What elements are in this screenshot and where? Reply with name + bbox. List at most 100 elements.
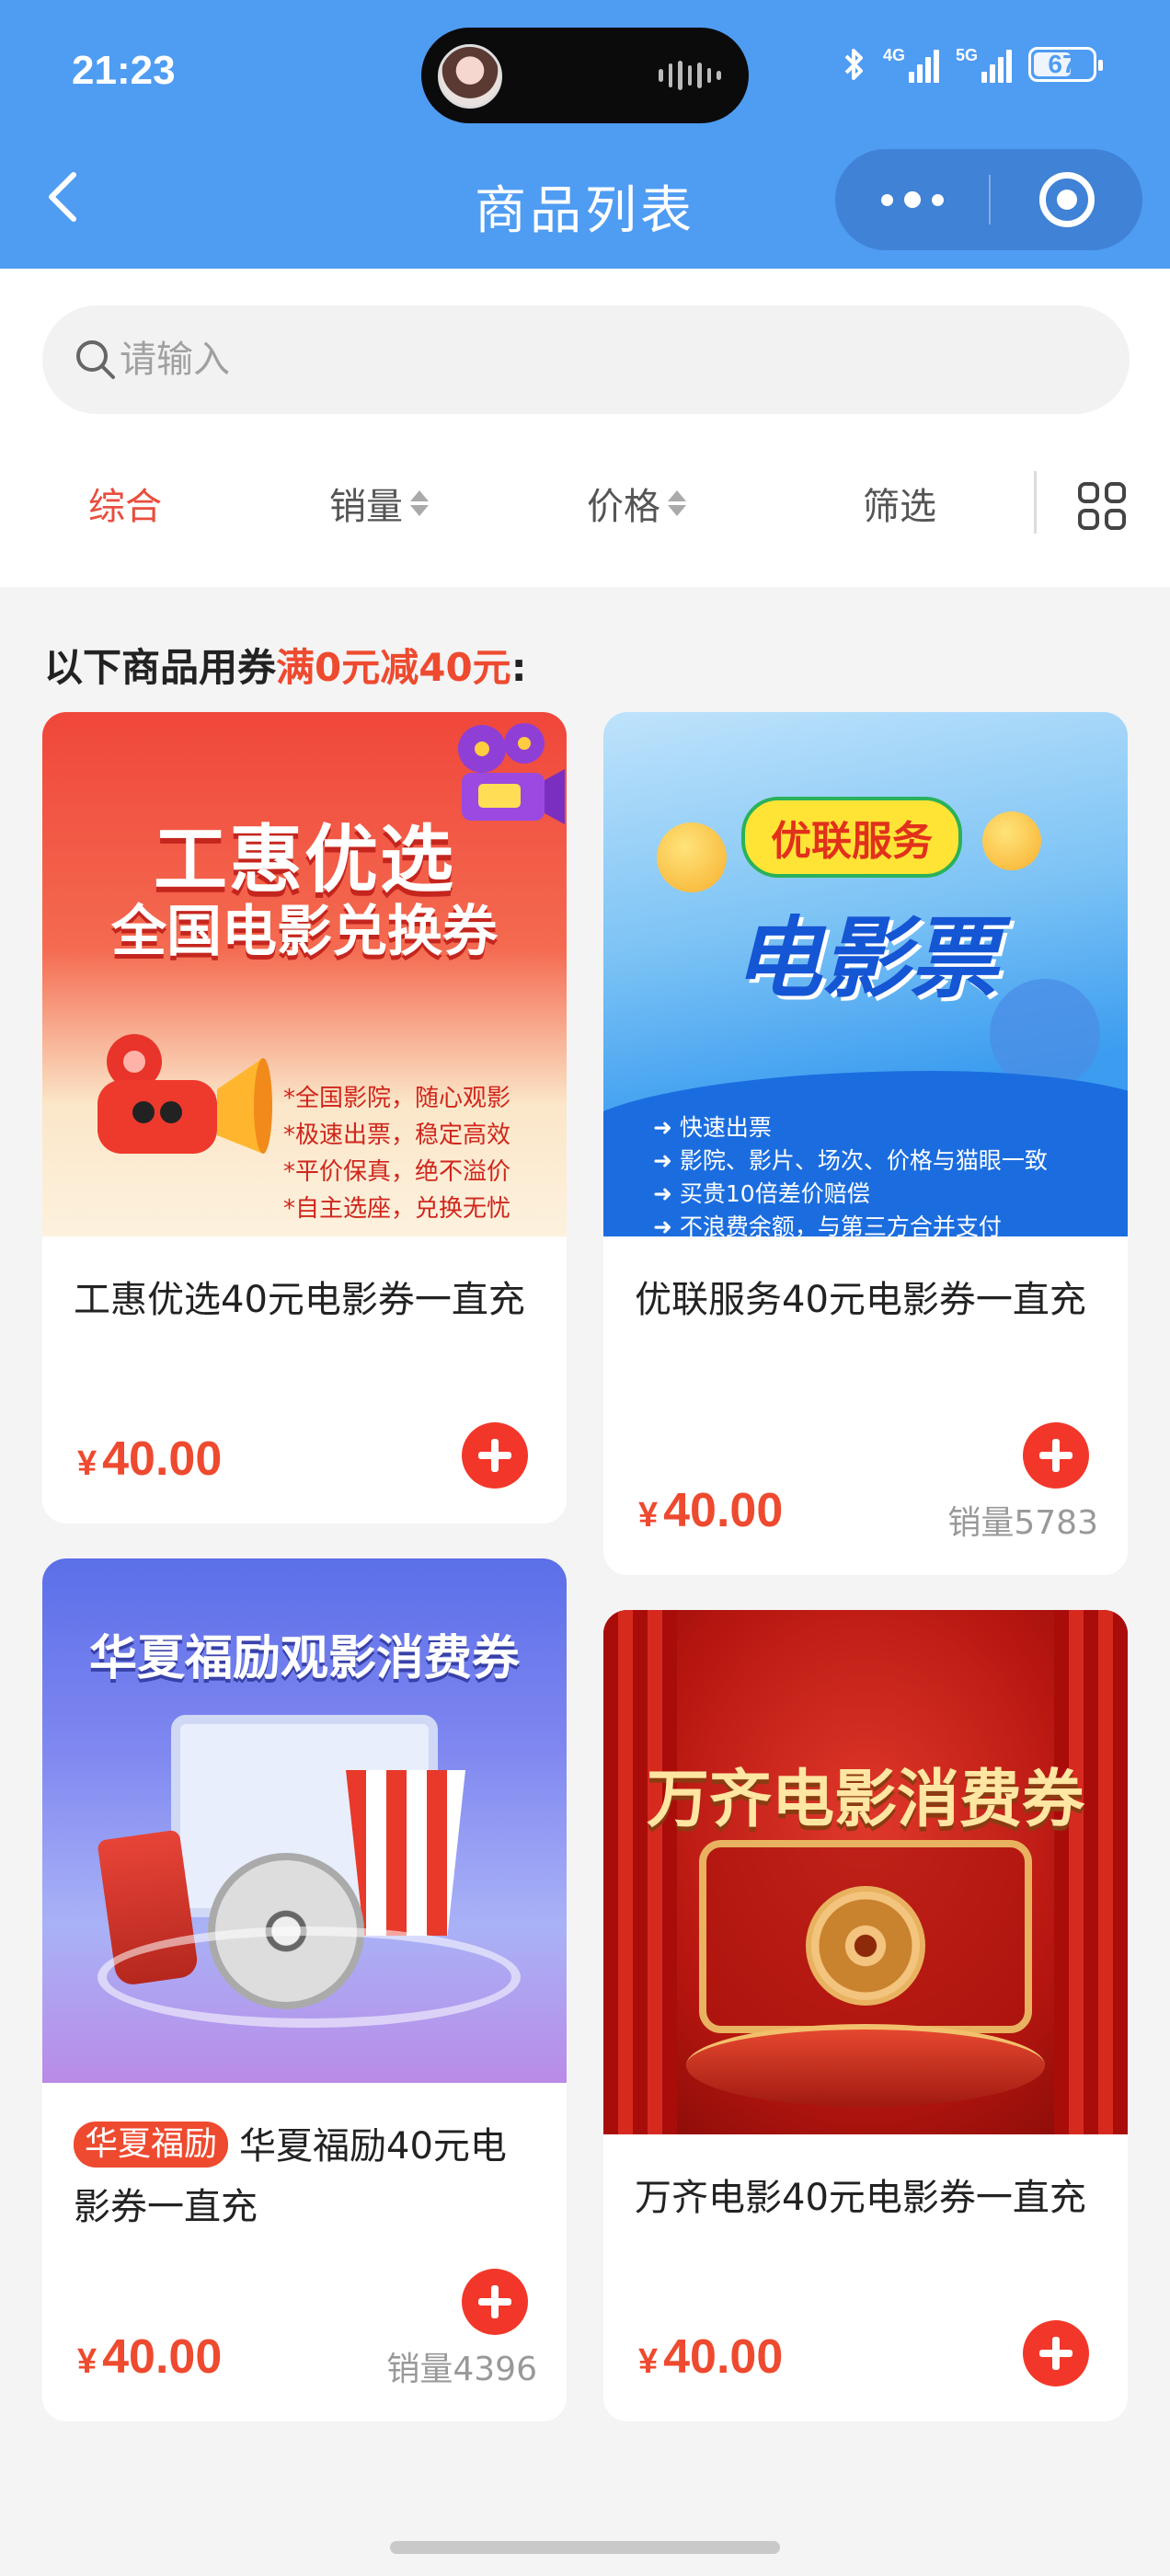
filter-label: 销量 — [329, 486, 403, 528]
product-name[interactable]: 工惠优选40元电影券一直充 — [74, 1270, 543, 1330]
product-image[interactable]: 工惠优选 全国电影兑换券 *全国影院，随心观影 *极速出票，稳定高效 *平价保真… — [42, 712, 567, 1236]
sort-down-icon — [668, 505, 686, 516]
coupon-note-prefix: 以下商品用券 — [44, 645, 277, 690]
dynamic-island[interactable] — [421, 28, 749, 123]
product-image[interactable]: 华夏福励观影消费券 — [42, 1558, 567, 2083]
filter-label: 综合 — [88, 486, 162, 528]
page: 21:23 4G 5G 67 商品列表 请输入 综合 销量 价格 筛选 以下商品… — [0, 0, 1170, 2576]
toolbar: 综合 销量 价格 筛选 — [0, 269, 1170, 587]
filter-divider — [1034, 471, 1037, 534]
header: 21:23 4G 5G 67 商品列表 — [0, 0, 1170, 269]
filter-screen[interactable]: 筛选 — [863, 477, 936, 530]
filter-sales[interactable]: 销量 — [329, 477, 429, 530]
currency-symbol: ¥ — [77, 1444, 98, 1483]
product-name[interactable]: 万齐电影40元电影券一直充 — [635, 2168, 1104, 2228]
image-title-line2: 全国电影兑换券 — [111, 900, 498, 964]
popcorn-icon — [346, 1770, 465, 1936]
image-bullets: ➜ 快速出票 ➜ 影院、影片、场次、价格与猫眼一致 ➜ 买贵10倍差价赔偿 ➜ … — [653, 1111, 1048, 1236]
curtain-left — [603, 1610, 677, 2134]
image-title: 万齐电影消费券 — [646, 1764, 1084, 1836]
image-bullet: ➜ 买贵10倍差价赔偿 — [653, 1180, 870, 1207]
search-input[interactable] — [120, 339, 947, 381]
add-to-cart-button[interactable] — [462, 2269, 528, 2335]
product-name[interactable]: 华夏福励 华夏福励40元电影券一直充 — [74, 2116, 543, 2237]
battery-level: 67 — [1048, 50, 1077, 78]
sort-arrows-icon — [410, 490, 429, 516]
grid-view-icon[interactable] — [1078, 482, 1126, 530]
product-image[interactable]: 万齐电影消费券 — [603, 1610, 1128, 2134]
network-label-4g: 4G — [883, 46, 906, 64]
sort-up-icon — [410, 490, 429, 501]
filter-label: 筛选 — [863, 486, 936, 528]
coupon-note-suffix: : — [510, 645, 527, 690]
status-time: 21:23 — [72, 48, 176, 93]
add-to-cart-button[interactable] — [1023, 1422, 1089, 1489]
film-reel-icon — [806, 1886, 925, 2006]
grid-cell — [1105, 509, 1126, 530]
close-mini-program-button[interactable] — [991, 149, 1142, 250]
add-to-cart-button[interactable] — [1023, 2320, 1089, 2386]
sales-count: 销量5783 — [947, 1504, 1098, 1542]
filter-price[interactable]: 价格 — [587, 477, 686, 530]
bluetooth-icon — [843, 46, 866, 83]
more-button[interactable] — [835, 149, 989, 250]
filter-comprehensive[interactable]: 综合 — [88, 477, 162, 530]
coupon-note: 以下商品用券满0元减40元: — [44, 637, 526, 693]
sort-down-icon — [410, 505, 429, 516]
currency-symbol: ¥ — [638, 1496, 659, 1535]
more-dots-icon — [880, 193, 893, 206]
grid-cell — [1078, 509, 1099, 530]
home-indicator[interactable] — [390, 2541, 780, 2554]
sales-count: 销量4396 — [386, 2351, 537, 2388]
price-value: 40.00 — [663, 1484, 784, 1537]
product-price: ¥40.00 — [77, 2329, 222, 2385]
filter-label: 价格 — [587, 486, 660, 528]
stage-illustration — [686, 2024, 1045, 2107]
filter-bar: 综合 销量 价格 筛选 — [0, 453, 1170, 563]
audio-wave-icon — [659, 61, 722, 90]
image-bullet: ➜ 不浪费余额，与第三方合并支付 — [653, 1213, 1002, 1236]
product-card[interactable]: 优联服务 电影票 ➜ 快速出票 ➜ 影院、影片、场次、价格与猫眼一致 ➜ 买贵1… — [603, 712, 1128, 1575]
price-value: 40.00 — [102, 1432, 223, 1486]
grid-cell — [1105, 482, 1126, 503]
status-icons: 4G 5G 67 — [843, 46, 1103, 83]
image-bullet: *全国影院，随心观影 — [283, 1085, 511, 1112]
image-bullets: *全国影院，随心观影 *极速出票，稳定高效 *平价保真，绝不溢价 *自主选座，兑… — [283, 1080, 510, 1227]
price-value: 40.00 — [663, 2330, 784, 2384]
projector-icon — [98, 1034, 272, 1154]
product-card[interactable]: 万齐电影消费券 万齐电影40元电影券一直充 ¥40.00 — [603, 1610, 1128, 2421]
add-to-cart-button[interactable] — [462, 1422, 528, 1489]
mini-program-capsule — [835, 149, 1142, 250]
product-image[interactable]: 优联服务 电影票 ➜ 快速出票 ➜ 影院、影片、场次、价格与猫眼一致 ➜ 买贵1… — [603, 712, 1128, 1236]
coupon-note-highlight: 满0元减40元 — [276, 645, 511, 690]
laughing-emoji-icon — [657, 822, 727, 892]
film-strip-ring — [98, 1926, 521, 2028]
battery-icon: 67 — [1028, 47, 1103, 82]
search-icon — [76, 340, 115, 379]
price-value: 40.00 — [102, 2330, 223, 2384]
avatar — [438, 44, 502, 109]
target-circle-icon — [1038, 172, 1095, 227]
brand-tag: 华夏福励 — [74, 2122, 229, 2168]
product-card[interactable]: 工惠优选 全国电影兑换券 *全国影院，随心观影 *极速出票，稳定高效 *平价保真… — [42, 712, 567, 1524]
signal-4g-icon: 4G — [883, 46, 939, 83]
image-bullet: *平价保真，绝不溢价 — [283, 1158, 511, 1186]
image-title: 电影票 — [733, 907, 998, 1010]
currency-symbol: ¥ — [77, 2342, 98, 2381]
more-dots-icon-center — [903, 191, 921, 208]
image-badge: 优联服务 — [741, 797, 962, 878]
network-label-5g: 5G — [956, 46, 979, 64]
grid-cell — [1078, 482, 1099, 503]
heart-eyes-emoji-icon — [982, 811, 1041, 870]
curtain-right — [1054, 1610, 1128, 2134]
target-dot — [1056, 190, 1077, 210]
currency-symbol: ¥ — [638, 2342, 659, 2381]
image-bullet: ➜ 影院、影片、场次、价格与猫眼一致 — [653, 1147, 1048, 1174]
sort-up-icon — [668, 490, 686, 501]
product-name[interactable]: 优联服务40元电影券一直充 — [635, 1270, 1104, 1330]
more-dots-icon-right — [931, 193, 944, 206]
search-bar[interactable] — [42, 305, 1130, 414]
signal-5g-icon: 5G — [956, 46, 1012, 83]
sort-arrows-icon — [668, 490, 686, 516]
product-card[interactable]: 华夏福励观影消费券 华夏福励 华夏福励40元电影券一直充 ¥40.00 销量439… — [42, 1558, 567, 2421]
